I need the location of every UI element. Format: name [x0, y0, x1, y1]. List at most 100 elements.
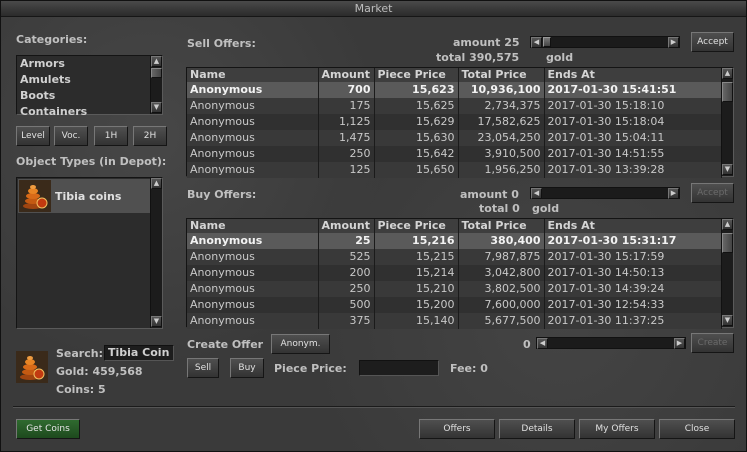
close-button[interactable]: Close [659, 419, 735, 439]
search-label: Search: [56, 347, 103, 360]
market-window: Market Categories: Armors Amulets Boots … [0, 0, 747, 452]
cell-piece-price: 15,642 [374, 146, 459, 162]
cell-piece-price: 15,140 [374, 313, 459, 329]
cell-amount: 375 [318, 313, 375, 329]
cell-piece-price: 15,625 [374, 98, 459, 114]
my-offers-button[interactable]: My Offers [579, 419, 655, 439]
cell-name: Anonymous [187, 130, 319, 146]
filter-vocation-button[interactable]: Voc. [54, 126, 88, 146]
object-types-list[interactable]: Tibia coins ▲ ▼ [16, 177, 163, 329]
cell-ends-at: 2017-01-30 14:51:55 [544, 146, 722, 162]
scroll-down-icon[interactable]: ▼ [151, 316, 162, 327]
slider-right-icon[interactable]: ▶ [668, 37, 679, 48]
filter-1h-button[interactable]: 1H [94, 126, 128, 146]
column-header-name[interactable]: Name [187, 68, 319, 82]
buy-accept-button[interactable]: Accept [691, 183, 734, 203]
cell-amount: 250 [318, 146, 375, 162]
filter-2h-button[interactable]: 2H [133, 126, 167, 146]
sell-amount-slider[interactable]: ◀ ▶ [530, 36, 680, 48]
cell-amount: 25 [318, 233, 375, 249]
offers-button[interactable]: Offers [419, 419, 495, 439]
create-button[interactable]: Create [691, 333, 734, 353]
table-row[interactable]: Anonymous 1,475 15,630 23,054,250 2017-01-30… [187, 130, 722, 146]
cell-total-price: 3,910,500 [458, 146, 545, 162]
categories-list[interactable]: Armors Amulets Boots Containers ▲ ▼ [16, 55, 163, 115]
details-button[interactable]: Details [499, 419, 575, 439]
sell-accept-button[interactable]: Accept [691, 32, 734, 52]
scroll-down-icon[interactable]: ▼ [722, 164, 733, 175]
table-row[interactable]: Anonymous 200 15,214 3,042,800 2017-01-30 14… [187, 265, 722, 281]
table-row[interactable]: Anonymous 250 15,642 3,910,500 2017-01-30 14… [187, 146, 722, 162]
table-row[interactable]: Anonymous 125 15,650 1,956,250 2017-01-30 13… [187, 162, 722, 178]
category-item[interactable]: Armors [17, 56, 162, 72]
column-header-ends-at[interactable]: Ends At [544, 219, 722, 233]
filter-level-button[interactable]: Level [16, 126, 50, 146]
create-amount-slider[interactable]: ◀ ▶ [536, 337, 686, 349]
cell-total-price: 1,956,250 [458, 162, 545, 178]
slider-left-icon[interactable]: ◀ [531, 188, 542, 199]
slider-thumb[interactable] [543, 37, 551, 47]
scroll-up-icon[interactable]: ▲ [151, 178, 162, 189]
get-coins-button[interactable]: Get Coins [16, 419, 80, 439]
anonymous-toggle-button[interactable]: Anonym. [271, 334, 330, 354]
scroll-thumb[interactable] [722, 82, 733, 102]
cell-piece-price: 15,215 [374, 249, 459, 265]
sell-offers-rows: Anonymous 700 15,623 10,936,100 2017-01-30 1… [187, 82, 722, 178]
scroll-down-icon[interactable]: ▼ [151, 102, 162, 113]
cell-piece-price: 15,629 [374, 114, 459, 130]
slider-right-icon[interactable]: ▶ [668, 188, 679, 199]
object-type-name: Tibia coins [55, 190, 122, 203]
sell-table-scrollbar[interactable]: ▲ ▼ [721, 68, 733, 176]
column-header-amount[interactable]: Amount [318, 219, 375, 233]
scroll-up-icon[interactable]: ▲ [722, 219, 733, 230]
sell-radio-button[interactable]: Sell [187, 358, 219, 378]
column-header-amount[interactable]: Amount [318, 68, 375, 82]
scroll-down-icon[interactable]: ▼ [722, 315, 733, 326]
column-header-total-price[interactable]: Total Price [458, 219, 545, 233]
piece-price-input[interactable] [359, 360, 439, 376]
piece-price-label: Piece Price: [274, 362, 347, 375]
cell-amount: 500 [318, 297, 375, 313]
column-header-total-price[interactable]: Total Price [458, 68, 545, 82]
table-row[interactable]: Anonymous 25 15,216 380,400 2017-01-30 15:31… [187, 233, 722, 249]
column-header-piece-price[interactable]: Piece Price [374, 68, 459, 82]
scroll-up-icon[interactable]: ▲ [151, 56, 162, 67]
table-row[interactable]: Anonymous 175 15,625 2,734,375 2017-01-30 15… [187, 98, 722, 114]
table-row[interactable]: Anonymous 375 15,140 5,677,500 2017-01-30 11… [187, 313, 722, 329]
column-header-ends-at[interactable]: Ends At [544, 68, 722, 82]
category-item[interactable]: Amulets [17, 72, 162, 88]
cell-ends-at: 2017-01-30 15:17:59 [544, 249, 722, 265]
sell-gold-label: gold [546, 51, 574, 64]
object-type-item[interactable]: Tibia coins [18, 179, 162, 213]
cell-ends-at: 2017-01-30 15:41:51 [544, 82, 722, 98]
buy-amount-slider[interactable]: ◀ ▶ [530, 187, 680, 199]
column-header-name[interactable]: Name [187, 219, 319, 233]
column-header-piece-price[interactable]: Piece Price [374, 219, 459, 233]
scroll-thumb[interactable] [722, 233, 733, 253]
buy-table-scrollbar[interactable]: ▲ ▼ [721, 219, 733, 327]
object-types-scrollbar[interactable]: ▲ ▼ [150, 178, 162, 328]
scroll-thumb[interactable] [151, 68, 162, 78]
cell-total-price: 17,582,625 [458, 114, 545, 130]
table-row[interactable]: Anonymous 500 15,200 7,600,000 2017-01-30 12… [187, 297, 722, 313]
cell-piece-price: 15,210 [374, 281, 459, 297]
table-row[interactable]: Anonymous 700 15,623 10,936,100 2017-01-30 1… [187, 82, 722, 98]
buy-offers-table: Name Amount Piece Price Total Price Ends… [187, 219, 722, 329]
slider-left-icon[interactable]: ◀ [537, 338, 548, 349]
scroll-up-icon[interactable]: ▲ [722, 68, 733, 79]
cell-name: Anonymous [187, 146, 319, 162]
buy-radio-button[interactable]: Buy [230, 358, 264, 378]
cell-total-price: 3,042,800 [458, 265, 545, 281]
table-row[interactable]: Anonymous 250 15,210 3,802,500 2017-01-30 14… [187, 281, 722, 297]
categories-scrollbar[interactable]: ▲ ▼ [150, 56, 162, 114]
table-row[interactable]: Anonymous 525 15,215 7,987,875 2017-01-30 15… [187, 249, 722, 265]
table-row[interactable]: Anonymous 1,125 15,629 17,582,625 2017-01-30… [187, 114, 722, 130]
slider-left-icon[interactable]: ◀ [531, 37, 542, 48]
search-input[interactable]: Tibia Coin [104, 345, 174, 361]
category-item[interactable]: Boots [17, 88, 162, 104]
cell-name: Anonymous [187, 233, 319, 249]
fee-label: Fee: 0 [450, 362, 488, 375]
slider-right-icon[interactable]: ▶ [674, 338, 685, 349]
cell-amount: 125 [318, 162, 375, 178]
category-item[interactable]: Containers [17, 104, 162, 115]
